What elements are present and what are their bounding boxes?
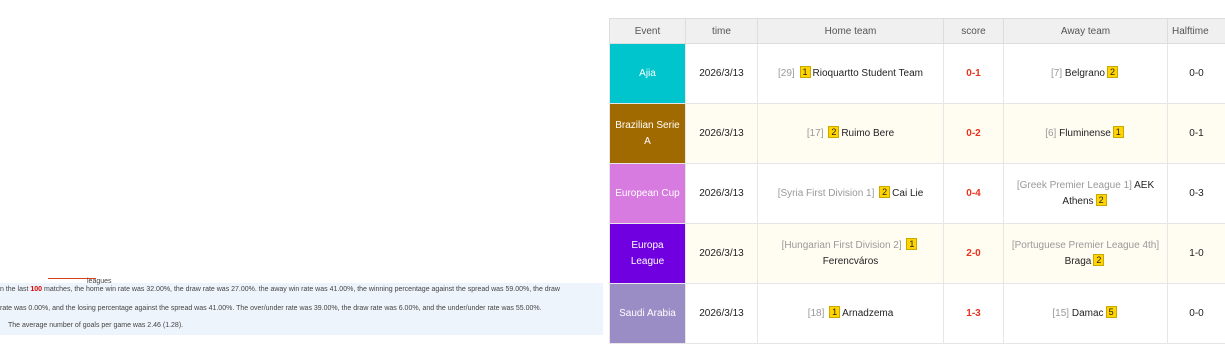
home-rank: [29] (778, 67, 795, 79)
away-rank-badge: 1 (1112, 125, 1124, 138)
home-rank: [18] (807, 307, 825, 319)
matches-table: Event time Home team score Away team Hal… (609, 18, 1225, 344)
home-team-name[interactable]: Cai Lie (892, 188, 923, 199)
stats-line-1: n the last 100 matches, the home win rat… (0, 286, 560, 293)
event-cell[interactable]: Saudi Arabia (609, 283, 686, 344)
home-team-cell[interactable]: [29] 1 Rioquartto Student Team (757, 43, 944, 104)
halftime-cell: 1-0 (1167, 223, 1225, 284)
table-row[interactable]: Ajia 2026/3/13 [29] 1 Rioquartto Student … (609, 43, 1225, 104)
away-team-name[interactable]: Belgrano (1065, 68, 1105, 79)
home-rank: [Syria First Division 1] (777, 187, 875, 199)
away-team-cell[interactable]: [Portuguese Premier League 4th] Braga 2 (1003, 223, 1168, 284)
away-team-cell[interactable]: [7] Belgrano 2 (1003, 43, 1168, 104)
home-rank: [Hungarian First Division 2] (781, 239, 902, 251)
away-rank: [15] (1052, 307, 1070, 319)
home-rank-badge: 1 (799, 65, 811, 78)
event-cell[interactable]: Ajia (609, 43, 686, 104)
header-event: Event (609, 18, 686, 44)
home-team-cell[interactable]: [Syria First Division 1] 2 Cai Lie (757, 163, 944, 224)
stats-panel: leagues n the last 100 matches, the home… (0, 278, 603, 335)
event-cell[interactable]: Brazilian Serie A (609, 103, 686, 164)
match-count: 100 (30, 286, 43, 293)
home-rank-badge: 1 (829, 305, 841, 318)
stats-line-3: The average number of goals per game was… (8, 322, 184, 329)
table-row[interactable]: European Cup 2026/3/13 [Syria First Divi… (609, 163, 1225, 224)
halftime-cell: 0-3 (1167, 163, 1225, 224)
time-cell: 2026/3/13 (685, 103, 758, 164)
event-cell[interactable]: Europa League (609, 223, 686, 284)
time-cell: 2026/3/13 (685, 283, 758, 344)
home-team-cell[interactable]: [Hungarian First Division 2] 1 Ferencváro… (757, 223, 944, 284)
score-cell[interactable]: 0-4 (943, 163, 1004, 224)
table-row[interactable]: Saudi Arabia 2026/3/13 [18] 1 Arnadzema 1… (609, 283, 1225, 344)
away-rank: [6] (1045, 127, 1057, 139)
score-cell[interactable]: 0-2 (943, 103, 1004, 164)
score-cell[interactable]: 2-0 (943, 223, 1004, 284)
away-rank: [7] (1051, 67, 1063, 79)
away-rank: [Greek Premier League 1] (1016, 179, 1132, 191)
stats-line-2: rate was 0.00%, and the losing percentag… (0, 305, 542, 312)
away-team-name[interactable]: Fluminense (1059, 128, 1111, 139)
away-team-name[interactable]: Braga (1065, 256, 1092, 267)
score-cell[interactable]: 0-1 (943, 43, 1004, 104)
home-rank-badge: 1 (906, 237, 918, 250)
header-halftime: Halftime (1167, 18, 1225, 44)
away-team-cell[interactable]: [6] Fluminense 1 (1003, 103, 1168, 164)
home-team-name[interactable]: Arnadzema (842, 308, 893, 319)
away-team-name[interactable]: Damac (1072, 308, 1104, 319)
header-time: time (685, 18, 758, 44)
away-team-cell[interactable]: [15] Damac 5 (1003, 283, 1168, 344)
home-team-name[interactable]: Ruimo Bere (841, 128, 894, 139)
time-cell: 2026/3/13 (685, 43, 758, 104)
away-rank-badge: 2 (1095, 193, 1107, 206)
score-cell[interactable]: 1-3 (943, 283, 1004, 344)
away-team-cell[interactable]: [Greek Premier League 1] AEK Athens 2 (1003, 163, 1168, 224)
header-score: score (943, 18, 1004, 44)
time-cell: 2026/3/13 (685, 223, 758, 284)
home-rank-badge: 2 (828, 125, 840, 138)
event-cell[interactable]: European Cup (609, 163, 686, 224)
table-row[interactable]: Brazilian Serie A 2026/3/13 [17] 2 Ruimo … (609, 103, 1225, 164)
away-rank: [Portuguese Premier League 4th] (1011, 239, 1160, 251)
halftime-cell: 0-1 (1167, 103, 1225, 164)
home-rank-badge: 2 (879, 185, 891, 198)
home-team-cell[interactable]: [18] 1 Arnadzema (757, 283, 944, 344)
away-rank-badge: 2 (1093, 253, 1105, 266)
home-rank: [17] (806, 127, 824, 139)
away-rank-badge: 2 (1106, 65, 1118, 78)
halftime-cell: 0-0 (1167, 43, 1225, 104)
home-team-name[interactable]: Rioquartto Student Team (813, 68, 923, 79)
home-team-cell[interactable]: [17] 2 Ruimo Bere (757, 103, 944, 164)
time-cell: 2026/3/13 (685, 163, 758, 224)
header-home-team: Home team (757, 18, 944, 44)
halftime-cell: 0-0 (1167, 283, 1225, 344)
header-away-team: Away team (1003, 18, 1168, 44)
home-team-name[interactable]: Ferencváros (823, 256, 879, 267)
away-rank-badge: 5 (1105, 305, 1117, 318)
table-header: Event time Home team score Away team Hal… (609, 18, 1225, 44)
table-row[interactable]: Europa League 2026/3/13 [Hungarian First… (609, 223, 1225, 284)
